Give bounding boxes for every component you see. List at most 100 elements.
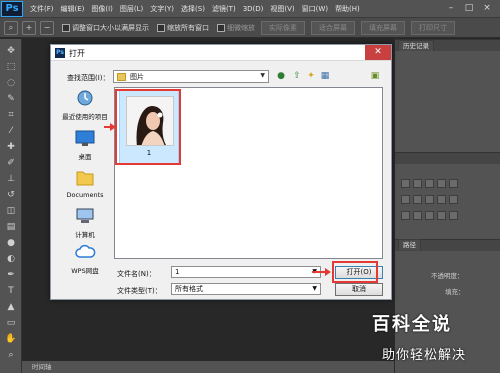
browse-icon[interactable]: ▣ xyxy=(369,70,381,82)
file-type-chevron-down-icon: ▼ xyxy=(312,285,317,292)
cancel-button[interactable]: 取消 xyxy=(335,283,383,296)
place-documents-label: Documents xyxy=(66,191,104,199)
recent-items-icon xyxy=(77,90,93,106)
view-menu-icon[interactable]: ▦ xyxy=(319,70,331,82)
invert-icon[interactable] xyxy=(401,211,410,220)
clone-stamp-tool-icon[interactable]: ⊥ xyxy=(4,173,18,185)
dialog-close-icon[interactable]: ✕ xyxy=(365,45,391,60)
hue-sat-icon[interactable] xyxy=(401,195,410,204)
dialog-titlebar: Ps 打开 ✕ xyxy=(51,45,391,61)
menu-select[interactable]: 选择(S) xyxy=(181,4,205,14)
place-wps[interactable]: WPS网盘 xyxy=(59,243,111,275)
marquee-tool-icon[interactable]: ⬚ xyxy=(4,61,18,73)
places-bar: 最近使用的项目 桌面 Documents 计算机 WPS网盘 xyxy=(59,87,111,285)
new-folder-icon[interactable]: ✦ xyxy=(305,70,317,82)
shape-tool-icon[interactable]: ▭ xyxy=(4,317,18,329)
lasso-tool-icon[interactable]: ◌ xyxy=(4,77,18,89)
curves-icon[interactable] xyxy=(425,179,434,188)
up-folder-icon[interactable]: ⇧ xyxy=(291,70,303,82)
channel-mixer-icon[interactable] xyxy=(449,195,458,204)
panel-collapse-strip xyxy=(395,152,500,164)
levels-icon[interactable] xyxy=(413,179,422,188)
zoom-tool-sidebar-icon[interactable]: ⌕ xyxy=(4,349,18,361)
threshold-icon[interactable] xyxy=(425,211,434,220)
menu-3d[interactable]: 3D(D) xyxy=(243,5,264,13)
adjustments-row-1 xyxy=(401,179,461,188)
timeline-tab[interactable]: 时间轴 xyxy=(32,363,52,371)
quick-select-tool-icon[interactable]: ✎ xyxy=(4,93,18,105)
file-type-select[interactable]: 所有格式 ▼ xyxy=(171,283,321,295)
menu-layer[interactable]: 图层(L) xyxy=(120,4,143,14)
dodge-tool-icon[interactable]: ◐ xyxy=(4,253,18,265)
menu-file[interactable]: 文件(F) xyxy=(30,4,54,14)
blur-tool-icon[interactable]: ● xyxy=(4,237,18,249)
type-tool-icon[interactable]: T xyxy=(4,285,18,297)
print-size-button[interactable]: 打印尺寸 xyxy=(411,20,455,35)
selective-color-icon[interactable] xyxy=(449,211,458,220)
brush-tool-icon[interactable]: ✐ xyxy=(4,157,18,169)
arrow-to-open-button xyxy=(312,271,326,273)
documents-folder-icon xyxy=(76,171,94,186)
chevron-down-icon: ▼ xyxy=(260,72,265,79)
eraser-tool-icon[interactable]: ◫ xyxy=(4,205,18,217)
healing-brush-tool-icon[interactable]: ✚ xyxy=(4,141,18,153)
place-computer[interactable]: 计算机 xyxy=(59,207,111,239)
zoom-out-icon[interactable]: − xyxy=(40,20,54,35)
back-icon[interactable]: ● xyxy=(275,70,287,82)
highlight-box-open-button xyxy=(332,261,378,283)
photo-filter-icon[interactable] xyxy=(437,195,446,204)
place-recent-label: 最近使用的项目 xyxy=(62,113,108,121)
arrow-head-file xyxy=(110,123,116,131)
gradient-map-icon[interactable] xyxy=(437,211,446,220)
black-white-icon[interactable] xyxy=(425,195,434,204)
scrubby-zoom-checkbox[interactable] xyxy=(217,23,225,32)
hand-tool-icon[interactable]: ✋ xyxy=(4,333,18,345)
color-balance-icon[interactable] xyxy=(413,195,422,204)
tab-paths[interactable]: 路径 xyxy=(398,239,421,250)
fit-screen-button[interactable]: 适合屏幕 xyxy=(311,20,355,35)
zoom-all-checkbox[interactable] xyxy=(157,23,165,32)
photoshop-logo: Ps xyxy=(1,0,23,17)
menu-view[interactable]: 视图(V) xyxy=(270,4,294,14)
menu-image[interactable]: 图像(I) xyxy=(91,4,113,14)
zoom-tool-icon[interactable]: ⌕ xyxy=(4,20,18,35)
eyedropper-tool-icon[interactable]: ⁄ xyxy=(4,125,18,137)
close-icon[interactable]: × xyxy=(482,3,492,13)
place-wps-label: WPS网盘 xyxy=(71,267,99,275)
resize-windows-checkbox[interactable] xyxy=(62,23,70,32)
dialog-title: 打开 xyxy=(69,49,85,58)
menu-window[interactable]: 窗口(W) xyxy=(302,4,328,14)
file-type-value: 所有格式 xyxy=(175,285,203,293)
file-name-input[interactable]: 1 ▼ xyxy=(171,266,321,278)
crop-tool-icon[interactable]: ⌗ xyxy=(4,109,18,121)
move-tool-icon[interactable]: ✥ xyxy=(4,45,18,57)
vibrance-icon[interactable] xyxy=(449,179,458,188)
menu-filter[interactable]: 滤镜(T) xyxy=(212,4,236,14)
watermark-title: 百科全说 xyxy=(372,314,452,335)
posterize-icon[interactable] xyxy=(413,211,422,220)
zoom-all-label: 缩放所有窗口 xyxy=(167,23,209,32)
fill-screen-button[interactable]: 填充屏幕 xyxy=(361,20,405,35)
zoom-in-icon[interactable]: + xyxy=(22,20,36,35)
place-desktop[interactable]: 桌面 xyxy=(59,129,111,161)
file-name-field-label: 文件名(N)： xyxy=(117,270,156,278)
tab-history[interactable]: 历史记录 xyxy=(398,40,434,51)
place-desktop-label: 桌面 xyxy=(78,153,92,161)
menu-help[interactable]: 帮助(H) xyxy=(335,4,360,14)
pen-tool-icon[interactable]: ✒ xyxy=(4,269,18,281)
menu-edit[interactable]: 编辑(E) xyxy=(61,4,85,14)
opacity-label: 不透明度： xyxy=(431,272,464,280)
place-recent[interactable]: 最近使用的项目 xyxy=(59,89,111,121)
history-brush-tool-icon[interactable]: ↺ xyxy=(4,189,18,201)
maximize-icon[interactable]: □ xyxy=(464,3,474,13)
gradient-tool-icon[interactable]: ▤ xyxy=(4,221,18,233)
brightness-icon[interactable] xyxy=(401,179,410,188)
look-in-dropdown[interactable]: 图片 ▼ xyxy=(113,70,269,83)
minimize-icon[interactable]: – xyxy=(446,3,456,13)
menu-type[interactable]: 文字(Y) xyxy=(150,4,174,14)
watermark-subtitle: 助你轻松解决 xyxy=(382,348,467,363)
actual-pixels-button[interactable]: 实际像素 xyxy=(261,20,305,35)
place-documents[interactable]: Documents xyxy=(59,169,111,199)
exposure-icon[interactable] xyxy=(437,179,446,188)
path-select-tool-icon[interactable]: ▲ xyxy=(4,301,18,313)
